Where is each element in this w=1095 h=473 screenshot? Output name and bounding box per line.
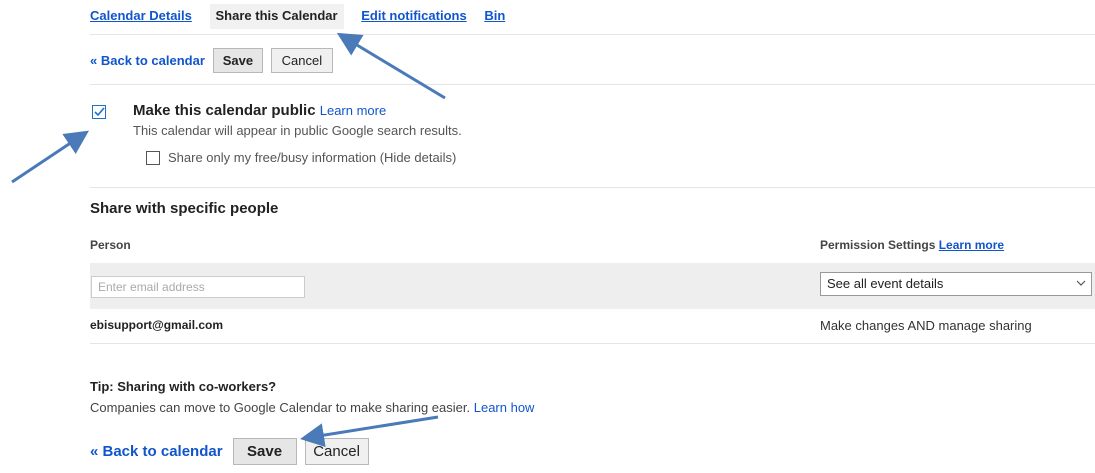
arrow-to-save-button [300, 415, 439, 448]
permission-select[interactable]: See all event details [820, 272, 1092, 296]
tab-bin[interactable]: Bin [484, 8, 505, 23]
bottom-toolbar: « Back to calendar Save Cancel [90, 438, 369, 465]
make-public-label: Make this calendar public [133, 102, 316, 119]
shared-user-permission[interactable]: Make changes AND manage sharing [820, 318, 1032, 333]
make-public-checkbox[interactable] [92, 105, 106, 119]
arrow-to-share-tab [336, 32, 446, 100]
tab-bar: Calendar Details Share this Calendar Edi… [90, 4, 519, 29]
back-to-calendar-link-bottom[interactable]: « Back to calendar [90, 443, 223, 460]
tip-text: Companies can move to Google Calendar to… [90, 400, 471, 415]
save-button[interactable]: Save [212, 48, 263, 73]
tab-edit-notifications[interactable]: Edit notifications [361, 8, 466, 23]
shared-user-email: ebisupport@gmail.com [90, 318, 224, 332]
public-description: This calendar will appear in public Goog… [133, 123, 462, 138]
chevron-down-icon [1076, 280, 1086, 286]
tab-calendar-details[interactable]: Calendar Details [90, 8, 192, 23]
save-button-bottom[interactable]: Save [232, 438, 297, 465]
permission-column-header: Permission Settings Learn more [820, 238, 1004, 252]
arrow-to-public-checkbox [11, 130, 89, 184]
tip-text-line: Companies can move to Google Calendar to… [90, 400, 534, 415]
permission-learn-more-link[interactable]: Learn more [939, 238, 1004, 252]
permission-header-label: Permission Settings [820, 238, 936, 252]
back-to-calendar-link[interactable]: « Back to calendar [90, 53, 205, 68]
free-busy-checkbox[interactable] [146, 151, 160, 165]
tab-divider [90, 34, 1095, 35]
tab-share-this-calendar[interactable]: Share this Calendar [209, 4, 344, 29]
top-toolbar: « Back to calendar Save Cancel [90, 48, 333, 73]
share-section-title: Share with specific people [90, 200, 279, 217]
divider [90, 343, 1095, 344]
permission-select-value: See all event details [827, 276, 944, 291]
email-input[interactable] [91, 276, 305, 298]
make-public-heading: Make this calendar public Learn more [133, 102, 386, 119]
tip-title: Tip: Sharing with co-workers? [90, 379, 277, 394]
cancel-button-bottom[interactable]: Cancel [304, 438, 369, 465]
divider [90, 187, 1095, 188]
checkmark-icon [94, 107, 105, 117]
learn-more-link[interactable]: Learn more [320, 103, 386, 118]
cancel-button[interactable]: Cancel [270, 48, 333, 73]
person-column-header: Person [90, 238, 131, 252]
free-busy-label: Share only my free/busy information (Hid… [168, 150, 457, 165]
learn-how-link[interactable]: Learn how [474, 400, 535, 415]
divider [90, 84, 1095, 85]
